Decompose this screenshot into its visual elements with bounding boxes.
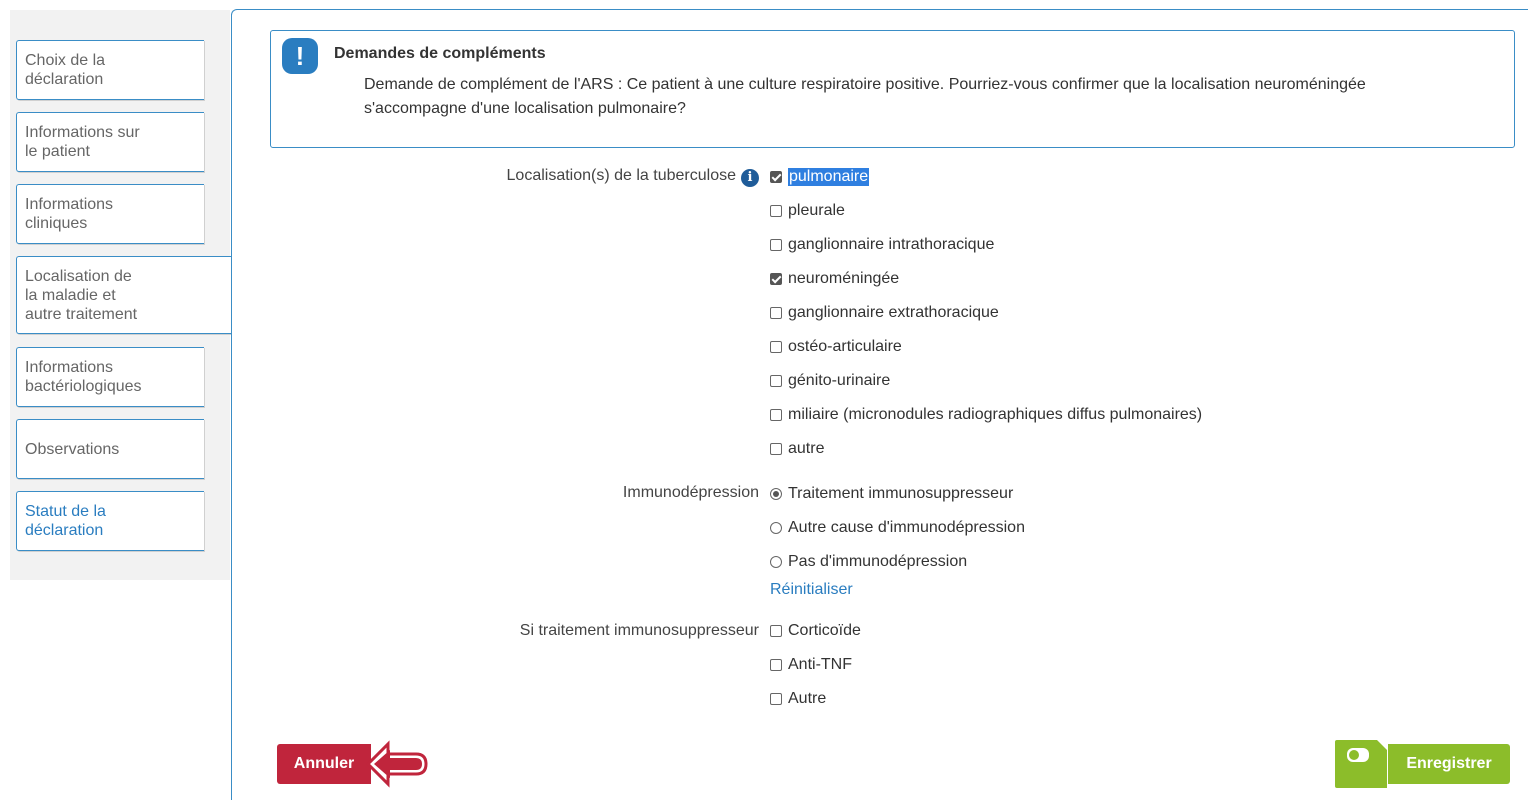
label-line: Informations sur — [25, 124, 140, 141]
localisation-label: Localisation(s) de la tuberculose — [506, 167, 736, 184]
checkbox-icon[interactable] — [770, 443, 782, 455]
checkbox-neuromeningee[interactable]: neuroméningée — [770, 268, 899, 290]
radio-icon[interactable] — [770, 488, 782, 500]
option-label: neuroméningée — [788, 270, 900, 287]
label-line: Informations — [25, 359, 114, 376]
sidebar-item-label: Localisation de la maladie et autre trai… — [25, 267, 137, 324]
checkbox-pulmonaire[interactable]: pulmonaire — [770, 166, 870, 188]
checkbox-osteo-articulaire[interactable]: ostéo-articulaire — [770, 336, 902, 358]
option-label: autre — [788, 440, 825, 457]
checkbox-icon[interactable] — [770, 409, 782, 421]
checkbox-ganglionnaire-extrathoracique[interactable]: ganglionnaire extrathoracique — [770, 302, 999, 324]
label-line: cliniques — [25, 215, 88, 232]
option-label: Autre cause d'immunodépression — [788, 519, 1025, 536]
reset-link[interactable]: Réinitialiser — [770, 581, 853, 599]
option-label: miliaire (micronodules radiographiques d… — [788, 406, 1203, 423]
checkbox-genito-urinaire[interactable]: génito-urinaire — [770, 370, 890, 392]
sidebar-item-label: Observations — [25, 440, 119, 459]
label-line: le patient — [25, 143, 90, 160]
sidebar-item-label: Informations bactériologiques — [25, 358, 142, 396]
checkbox-icon[interactable] — [770, 273, 782, 285]
option-label: génito-urinaire — [788, 372, 891, 389]
checkbox-pleurale[interactable]: pleurale — [770, 200, 845, 222]
sidebar-item-label: Informations sur le patient — [25, 123, 140, 161]
info-icon[interactable]: i — [741, 169, 759, 187]
save-icon[interactable] — [1333, 738, 1389, 790]
checkbox-icon[interactable] — [770, 239, 782, 251]
checkbox-ganglionnaire-intrathoracique[interactable]: ganglionnaire intrathoracique — [770, 234, 994, 256]
checkbox-icon[interactable] — [770, 205, 782, 217]
checkbox-corticoide[interactable]: Corticoïde — [770, 620, 861, 642]
radio-pas-immunodepression[interactable]: Pas d'immunodépression — [770, 551, 967, 573]
checkbox-icon[interactable] — [770, 659, 782, 671]
label-line: la maladie et — [25, 286, 116, 304]
option-label: pulmonaire — [788, 168, 870, 186]
traitement-label: Si traitement immunosuppresseur — [519, 622, 759, 639]
cancel-button-label: Annuler — [293, 755, 355, 772]
checkbox-icon[interactable] — [770, 693, 782, 705]
option-label: Pas d'immunodépression — [788, 553, 968, 570]
sidebar-item-choix-declaration[interactable]: Choix de la déclaration — [16, 40, 204, 100]
sidebar-item-label: Statut de la déclaration — [25, 502, 106, 540]
option-label: Autre — [788, 690, 827, 707]
label-line: déclaration — [25, 71, 104, 88]
label-line: Choix de la — [25, 52, 106, 69]
checkbox-icon[interactable] — [770, 625, 782, 637]
checkbox-icon[interactable] — [770, 171, 782, 183]
label-line: Informations — [25, 196, 114, 213]
label-line: Localisation de — [25, 267, 132, 285]
checkbox-icon[interactable] — [770, 341, 782, 353]
radio-traitement-immunosuppresseur[interactable]: Traitement immunosuppresseur — [770, 483, 1013, 505]
checkbox-anti-tnf[interactable]: Anti-TNF — [770, 654, 852, 676]
immunodepression-label: Immunodépression — [622, 484, 759, 501]
sidebar-item-label: Choix de la déclaration — [25, 51, 105, 89]
option-label: Traitement immunosuppresseur — [788, 485, 1014, 502]
label-line: bactériologiques — [25, 378, 142, 395]
save-button-label: Enregistrer — [1406, 755, 1492, 772]
option-label: Anti-TNF — [788, 656, 852, 673]
sidebar-item-observations[interactable]: Observations — [16, 419, 204, 479]
option-label: Corticoïde — [788, 622, 861, 639]
radio-icon[interactable] — [770, 556, 782, 568]
label-line: déclaration — [25, 522, 104, 539]
alert-title: Demandes de compléments — [334, 45, 546, 62]
option-label: ostéo-articulaire — [788, 338, 902, 355]
option-label: ganglionnaire extrathoracique — [788, 304, 999, 321]
sidebar-item-statut-declaration[interactable]: Statut de la déclaration — [16, 491, 204, 551]
checkbox-icon[interactable] — [770, 375, 782, 387]
option-label: pleurale — [788, 202, 845, 219]
label-line: autre traitement — [25, 305, 138, 323]
sidebar-item-informations-cliniques[interactable]: Informations cliniques — [16, 184, 204, 244]
save-button[interactable]: Enregistrer — [1388, 744, 1510, 784]
cancel-button[interactable]: Annuler — [277, 744, 371, 784]
back-arrow-icon[interactable] — [366, 740, 428, 788]
sidebar-item-informations-bacteriologiques[interactable]: Informations bactériologiques — [16, 347, 204, 407]
checkbox-autre-traitement[interactable]: Autre — [770, 688, 826, 710]
label-line: Observations — [25, 440, 120, 458]
sidebar-item-label: Informations cliniques — [25, 195, 113, 233]
checkbox-miliaire[interactable]: miliaire (micronodules radiographiques d… — [770, 404, 1202, 426]
exclamation-icon: ! — [282, 38, 318, 74]
option-label: ganglionnaire intrathoracique — [788, 236, 995, 253]
radio-icon[interactable] — [770, 522, 782, 534]
sidebar-item-informations-patient[interactable]: Informations sur le patient — [16, 112, 204, 172]
sidebar-item-localisation[interactable]: Localisation de la maladie et autre trai… — [16, 256, 232, 334]
checkbox-autre-localisation[interactable]: autre — [770, 438, 824, 460]
radio-autre-cause[interactable]: Autre cause d'immunodépression — [770, 517, 1025, 539]
alert-message: Demande de complément de l'ARS : Ce pati… — [364, 76, 1366, 117]
checkbox-icon[interactable] — [770, 307, 782, 319]
label-line: Statut de la — [25, 503, 106, 520]
